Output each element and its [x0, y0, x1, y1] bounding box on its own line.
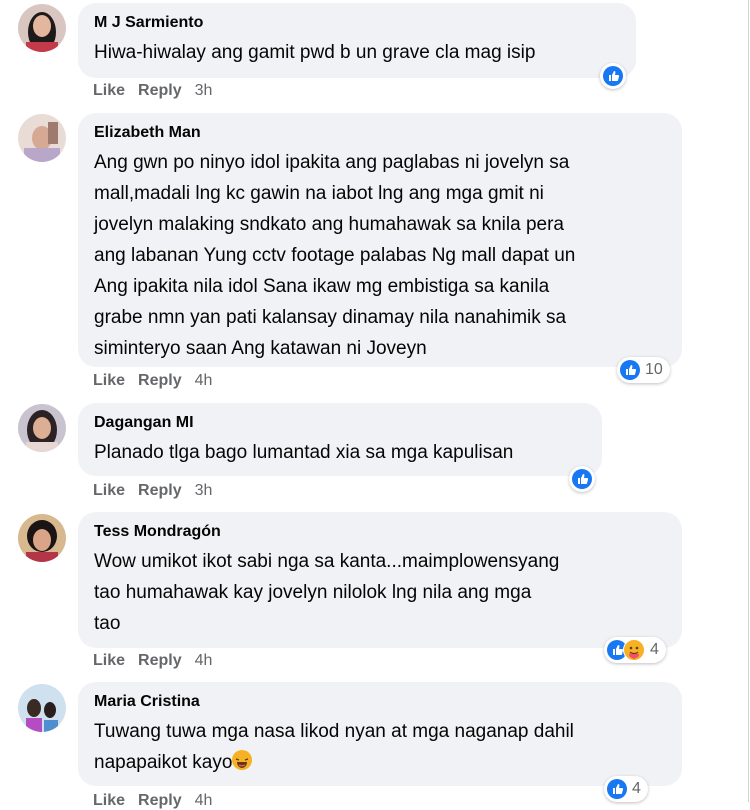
reaction-count: 10	[645, 361, 663, 378]
comment-actions: Like Reply 4h	[93, 372, 225, 390]
reaction-summary[interactable]: 4	[604, 637, 666, 663]
reaction-summary[interactable]: 4	[604, 776, 648, 802]
like-button[interactable]: Like	[93, 372, 125, 389]
like-button[interactable]: Like	[93, 792, 125, 809]
comment-bubble: Maria Cristina Tuwang tuwa mga nasa liko…	[78, 682, 682, 786]
comment-text: Ang gwn po ninyo idol ipakita ang paglab…	[94, 152, 576, 359]
comment-time[interactable]: 4h	[195, 652, 213, 669]
comment-author[interactable]: M J Sarmiento	[94, 13, 622, 33]
reaction-summary[interactable]	[600, 63, 626, 89]
comment-thread: M J Sarmiento Hiwa-hiwalay ang gamit pwd…	[0, 0, 749, 809]
like-button[interactable]: Like	[93, 482, 125, 499]
like-button[interactable]: Like	[93, 82, 125, 99]
comment-text-body: Tuwang tuwa mga nasa likod nyan at mga n…	[94, 721, 574, 773]
comment-actions: Like Reply 4h	[93, 652, 225, 670]
reply-button[interactable]: Reply	[138, 652, 182, 669]
laughing-emoji-icon	[232, 750, 253, 770]
comment-time[interactable]: 3h	[195, 482, 213, 499]
like-reaction-icon	[572, 469, 592, 489]
comment-actions: Like Reply 3h	[93, 482, 225, 500]
comment-time[interactable]: 4h	[195, 792, 213, 809]
comment-bubble: M J Sarmiento Hiwa-hiwalay ang gamit pwd…	[78, 3, 636, 78]
comment-bubble: Tess Mondragón Wow umikot ikot sabi nga …	[78, 512, 682, 648]
like-reaction-icon	[607, 779, 627, 799]
comment-author[interactable]: Maria Cristina	[94, 692, 668, 712]
comment-author[interactable]: Tess Mondragón	[94, 522, 668, 542]
comment-author[interactable]: Dagangan MI	[94, 413, 588, 433]
like-button[interactable]: Like	[93, 652, 125, 669]
comment-bubble: Elizabeth Man Ang gwn po ninyo idol ipak…	[78, 113, 682, 367]
comment-text: Hiwa-hiwalay ang gamit pwd b un grave cl…	[94, 42, 536, 63]
avatar[interactable]	[18, 4, 66, 52]
reaction-count: 4	[632, 780, 641, 797]
avatar[interactable]	[18, 404, 66, 452]
comment-bubble: Dagangan MI Planado tlga bago lumantad x…	[78, 403, 602, 476]
comment-text: Wow umikot ikot sabi nga sa kanta...maim…	[94, 551, 560, 634]
reply-button[interactable]: Reply	[138, 792, 182, 809]
comment-actions: Like Reply 4h	[93, 792, 225, 810]
avatar[interactable]	[18, 684, 66, 732]
comment-actions: Like Reply 3h	[93, 82, 225, 100]
comment-text: Tuwang tuwa mga nasa likod nyan at mga n…	[94, 716, 668, 778]
like-reaction-icon	[603, 66, 623, 86]
like-reaction-icon	[620, 360, 640, 380]
reaction-summary[interactable]: 10	[617, 357, 670, 383]
reaction-summary[interactable]	[569, 466, 595, 492]
comment-text: Planado tlga bago lumantad xia sa mga ka…	[94, 442, 514, 463]
avatar[interactable]	[18, 514, 66, 562]
comment-time[interactable]: 3h	[195, 82, 213, 99]
reply-button[interactable]: Reply	[138, 482, 182, 499]
comment-author[interactable]: Elizabeth Man	[94, 123, 668, 143]
reply-button[interactable]: Reply	[138, 372, 182, 389]
comment-time[interactable]: 4h	[195, 372, 213, 389]
reaction-count: 4	[650, 641, 659, 658]
avatar[interactable]	[18, 114, 66, 162]
reply-button[interactable]: Reply	[138, 82, 182, 99]
care-reaction-icon	[623, 639, 645, 661]
